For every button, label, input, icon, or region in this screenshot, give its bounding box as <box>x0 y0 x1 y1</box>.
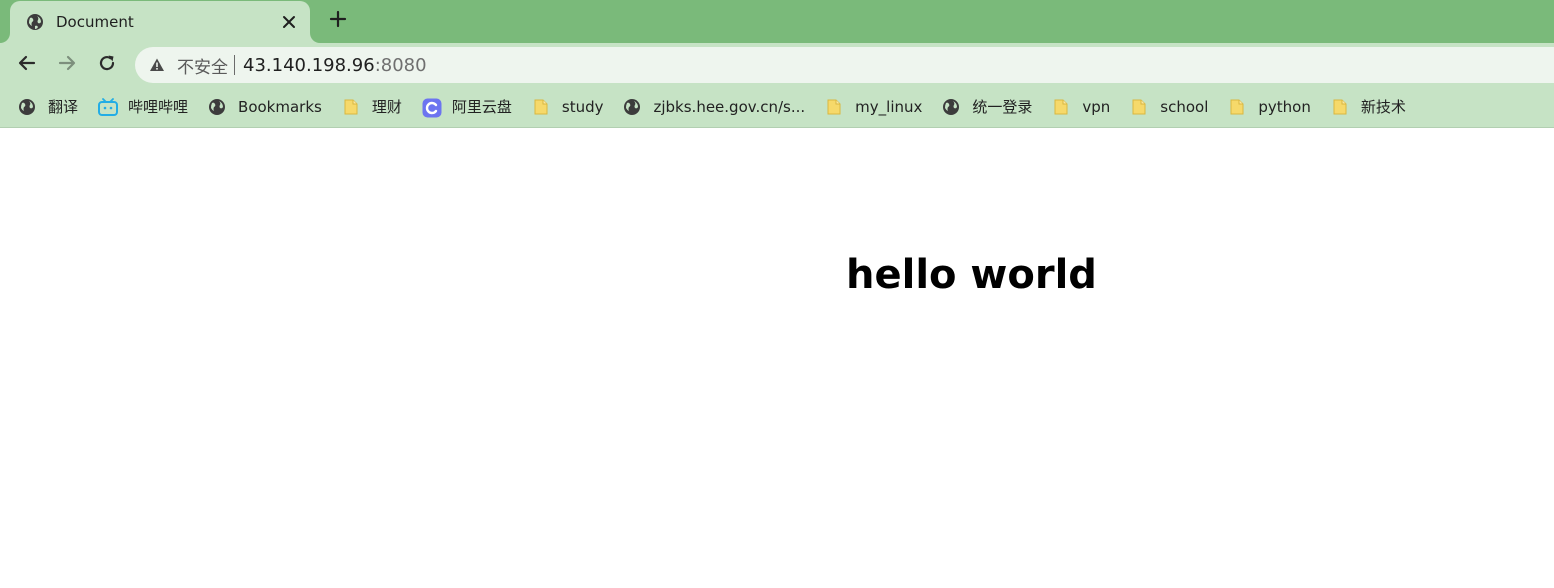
bookmark-label: zjbks.hee.gov.cn/s... <box>653 97 806 116</box>
back-button[interactable] <box>13 51 41 79</box>
reload-button[interactable] <box>93 51 121 79</box>
page-content: hello world <box>0 129 1554 588</box>
bookmark-item[interactable]: my_linux <box>825 92 922 122</box>
bookmark-item[interactable]: 理财 <box>342 92 402 122</box>
warning-triangle-icon[interactable] <box>149 57 165 73</box>
bookmark-label: 统一登录 <box>972 98 1033 116</box>
plus-icon <box>329 10 347 32</box>
globe-icon <box>942 98 960 116</box>
folder-icon <box>342 98 360 116</box>
globe-icon <box>18 98 36 116</box>
url-host: 43.140.198.96 <box>243 54 375 76</box>
security-label[interactable]: 不安全 <box>177 53 228 78</box>
folder-icon <box>1331 98 1349 116</box>
browser-toolbar: 不安全 43.140.198.96:8080 <box>0 43 1554 86</box>
globe-icon <box>26 13 44 31</box>
bookmark-label: 哔哩哔哩 <box>128 98 189 116</box>
bookmark-label: 翻译 <box>48 98 79 116</box>
bookmark-item[interactable]: 统一登录 <box>942 92 1032 122</box>
globe-icon <box>208 98 226 116</box>
bookmark-label: python <box>1258 97 1311 116</box>
bookmark-label: vpn <box>1082 97 1111 116</box>
bookmark-item[interactable]: Bookmarks <box>208 92 322 122</box>
reload-icon <box>97 53 117 77</box>
bookmark-item[interactable]: study <box>532 92 604 122</box>
folder-icon <box>1052 98 1070 116</box>
bookmark-label: Bookmarks <box>238 97 322 116</box>
bookmark-label: 理财 <box>371 98 402 116</box>
arrow-left-icon <box>17 53 37 77</box>
bookmark-label: study <box>561 97 604 116</box>
bookmark-item[interactable]: 新技术 <box>1331 92 1406 122</box>
omnibox-divider <box>234 55 235 75</box>
bookmark-item[interactable]: 哔哩哔哩 <box>98 92 188 122</box>
bookmark-label: 阿里云盘 <box>451 98 512 116</box>
bookmark-item[interactable]: vpn <box>1052 92 1110 122</box>
bookmark-item[interactable]: school <box>1130 92 1208 122</box>
bookmark-label: 新技术 <box>1360 98 1406 116</box>
bookmark-item[interactable]: python <box>1228 92 1311 122</box>
bookmarks-bar: 翻译 哔哩哔哩 Bookmarks 理财 阿里云盘 study zjbks.he… <box>0 86 1554 128</box>
bookmark-item[interactable]: zjbks.hee.gov.cn/s... <box>623 92 805 122</box>
bookmark-item[interactable]: 翻译 <box>18 92 78 122</box>
page-heading: hello world <box>846 252 1097 298</box>
aliyun-drive-icon <box>422 98 442 117</box>
bookmark-item[interactable]: 阿里云盘 <box>422 92 512 122</box>
close-icon[interactable] <box>280 13 298 31</box>
bookmark-label: school <box>1160 97 1209 116</box>
folder-icon <box>825 98 843 116</box>
folder-icon <box>1130 98 1148 116</box>
arrow-right-icon <box>57 53 77 77</box>
folder-icon <box>1228 98 1246 116</box>
address-bar[interactable]: 不安全 43.140.198.96:8080 <box>135 47 1554 83</box>
folder-icon <box>532 98 550 116</box>
tab-strip: Document <box>0 0 1554 43</box>
tab-title: Document <box>56 13 134 31</box>
forward-button[interactable] <box>53 51 81 79</box>
new-tab-button[interactable] <box>326 9 350 33</box>
tab-document[interactable]: Document <box>10 1 310 43</box>
url-port: :8080 <box>374 54 427 76</box>
globe-icon <box>623 98 641 116</box>
bookmark-label: my_linux <box>855 97 923 116</box>
bilibili-icon <box>98 97 119 116</box>
